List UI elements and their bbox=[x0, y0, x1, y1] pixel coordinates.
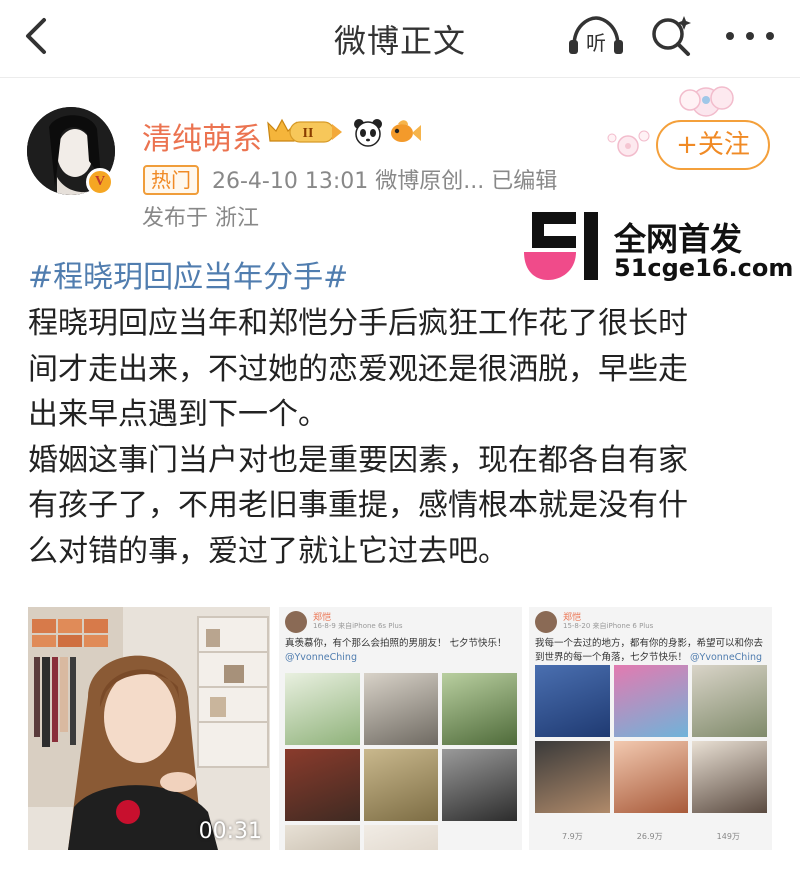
weibo-screenshot-image[interactable]: 郑恺 16-8-9 来自iPhone 6s Plus 真羡慕你，有个那么会拍照的… bbox=[279, 607, 522, 850]
search-icon[interactable] bbox=[648, 14, 696, 58]
repost-count: 7.9万 bbox=[562, 832, 583, 841]
avatar bbox=[535, 611, 557, 633]
avatar bbox=[285, 611, 307, 633]
video-duration: 00:31 bbox=[198, 819, 262, 844]
nav-bar: 微博正文 听 bbox=[0, 0, 800, 78]
screenshot-mention: @YvonneChing bbox=[285, 652, 357, 663]
photo-thumbnail bbox=[442, 673, 517, 745]
weibo-screenshot-image[interactable]: 郑恺 15-8-20 来自iPhone 6 Plus 我每一个去过的地方，都有你… bbox=[529, 607, 772, 850]
post-meta: 26-4-10 13:01 微博原创... 已编辑 bbox=[212, 169, 558, 194]
post-body: 程晓玥回应当年和郑恺分手后疯狂工作花了很长时 间才走出来，不过她的恋爱观还是很洒… bbox=[28, 301, 748, 574]
post-line: 有孩子了，不用老旧事重提，感情根本就是没有什 bbox=[28, 488, 688, 523]
photo-grid bbox=[535, 665, 767, 813]
photo-thumbnail bbox=[442, 825, 517, 850]
topic-hashtag-link[interactable]: #程晓玥回应当年分手# bbox=[28, 252, 348, 296]
photo-thumbnail bbox=[613, 741, 689, 813]
svg-text:II: II bbox=[303, 126, 314, 141]
post-line: 么对错的事，爱过了就让它过去吧。 bbox=[28, 533, 508, 569]
verified-badge: V bbox=[86, 168, 114, 196]
screenshot-text: 真羡慕你，有个那么会拍照的男朋友！ 七夕节快乐！ @YvonneChing bbox=[285, 637, 517, 665]
author-name[interactable]: 清纯萌系 bbox=[142, 114, 262, 158]
photo-grid bbox=[285, 673, 517, 850]
screenshot-text: 我每一个去过的地方，都有你的身影，希望可以和你去到世界的每一个角落，七夕节快乐！… bbox=[535, 637, 767, 665]
photo-thumbnail bbox=[692, 665, 767, 737]
screenshot-text-body: 真羡慕你，有个那么会拍照的男朋友！ 七夕节快乐！ bbox=[285, 638, 507, 649]
photo-thumbnail bbox=[285, 825, 360, 850]
screenshot-meta: 16-8-9 来自iPhone 6s Plus bbox=[313, 622, 403, 630]
photo-thumbnail bbox=[442, 749, 517, 821]
post-line: 程晓玥回应当年和郑恺分手后疯狂工作花了很长时 bbox=[28, 306, 688, 341]
photo-thumbnail bbox=[285, 749, 360, 821]
photo-thumbnail bbox=[363, 673, 439, 745]
site-watermark: 全网首发 51cge16.com bbox=[522, 212, 794, 282]
post-location: 发布于 浙江 bbox=[142, 206, 259, 231]
site-logo-icon bbox=[522, 212, 604, 282]
video-thumbnail[interactable]: 00:31 bbox=[28, 607, 270, 850]
more-options-icon[interactable] bbox=[722, 18, 778, 54]
photo-thumbnail bbox=[535, 665, 610, 737]
photo-thumbnail bbox=[363, 825, 439, 850]
watermark-url: 51cge16.com bbox=[614, 254, 794, 282]
panda-icon bbox=[352, 116, 384, 148]
screenshot-meta: 15-8-20 来自iPhone 6 Plus bbox=[563, 622, 654, 630]
hot-tag-badge: 热门 bbox=[143, 165, 199, 195]
goldfish-icon bbox=[388, 116, 422, 148]
photo-thumbnail bbox=[613, 665, 689, 737]
post-line: 出来早点遇到下一个。 bbox=[28, 397, 328, 432]
photo-thumbnail bbox=[692, 741, 767, 813]
photo-thumbnail bbox=[363, 749, 439, 821]
post-line: 婚姻这事门当户对也是重要因素，现在都各自有家 bbox=[28, 442, 688, 478]
vip-crown-icon[interactable]: II bbox=[266, 117, 346, 147]
like-count: 149万 bbox=[716, 832, 740, 841]
comment-count: 26.9万 bbox=[636, 832, 663, 841]
svg-text:听: 听 bbox=[586, 31, 606, 55]
photo-thumbnail bbox=[535, 741, 610, 813]
post-line: 间才走出来，不过她的恋爱观还是很洒脱，早些走 bbox=[28, 351, 688, 387]
screenshot-action-bar: 7.9万 26.9万 149万 bbox=[535, 831, 767, 842]
photo-thumbnail bbox=[285, 673, 360, 745]
screenshot-mention: @YvonneChing bbox=[690, 652, 763, 663]
follow-button[interactable]: +关注 bbox=[656, 120, 770, 170]
listen-icon[interactable]: 听 bbox=[566, 14, 626, 58]
